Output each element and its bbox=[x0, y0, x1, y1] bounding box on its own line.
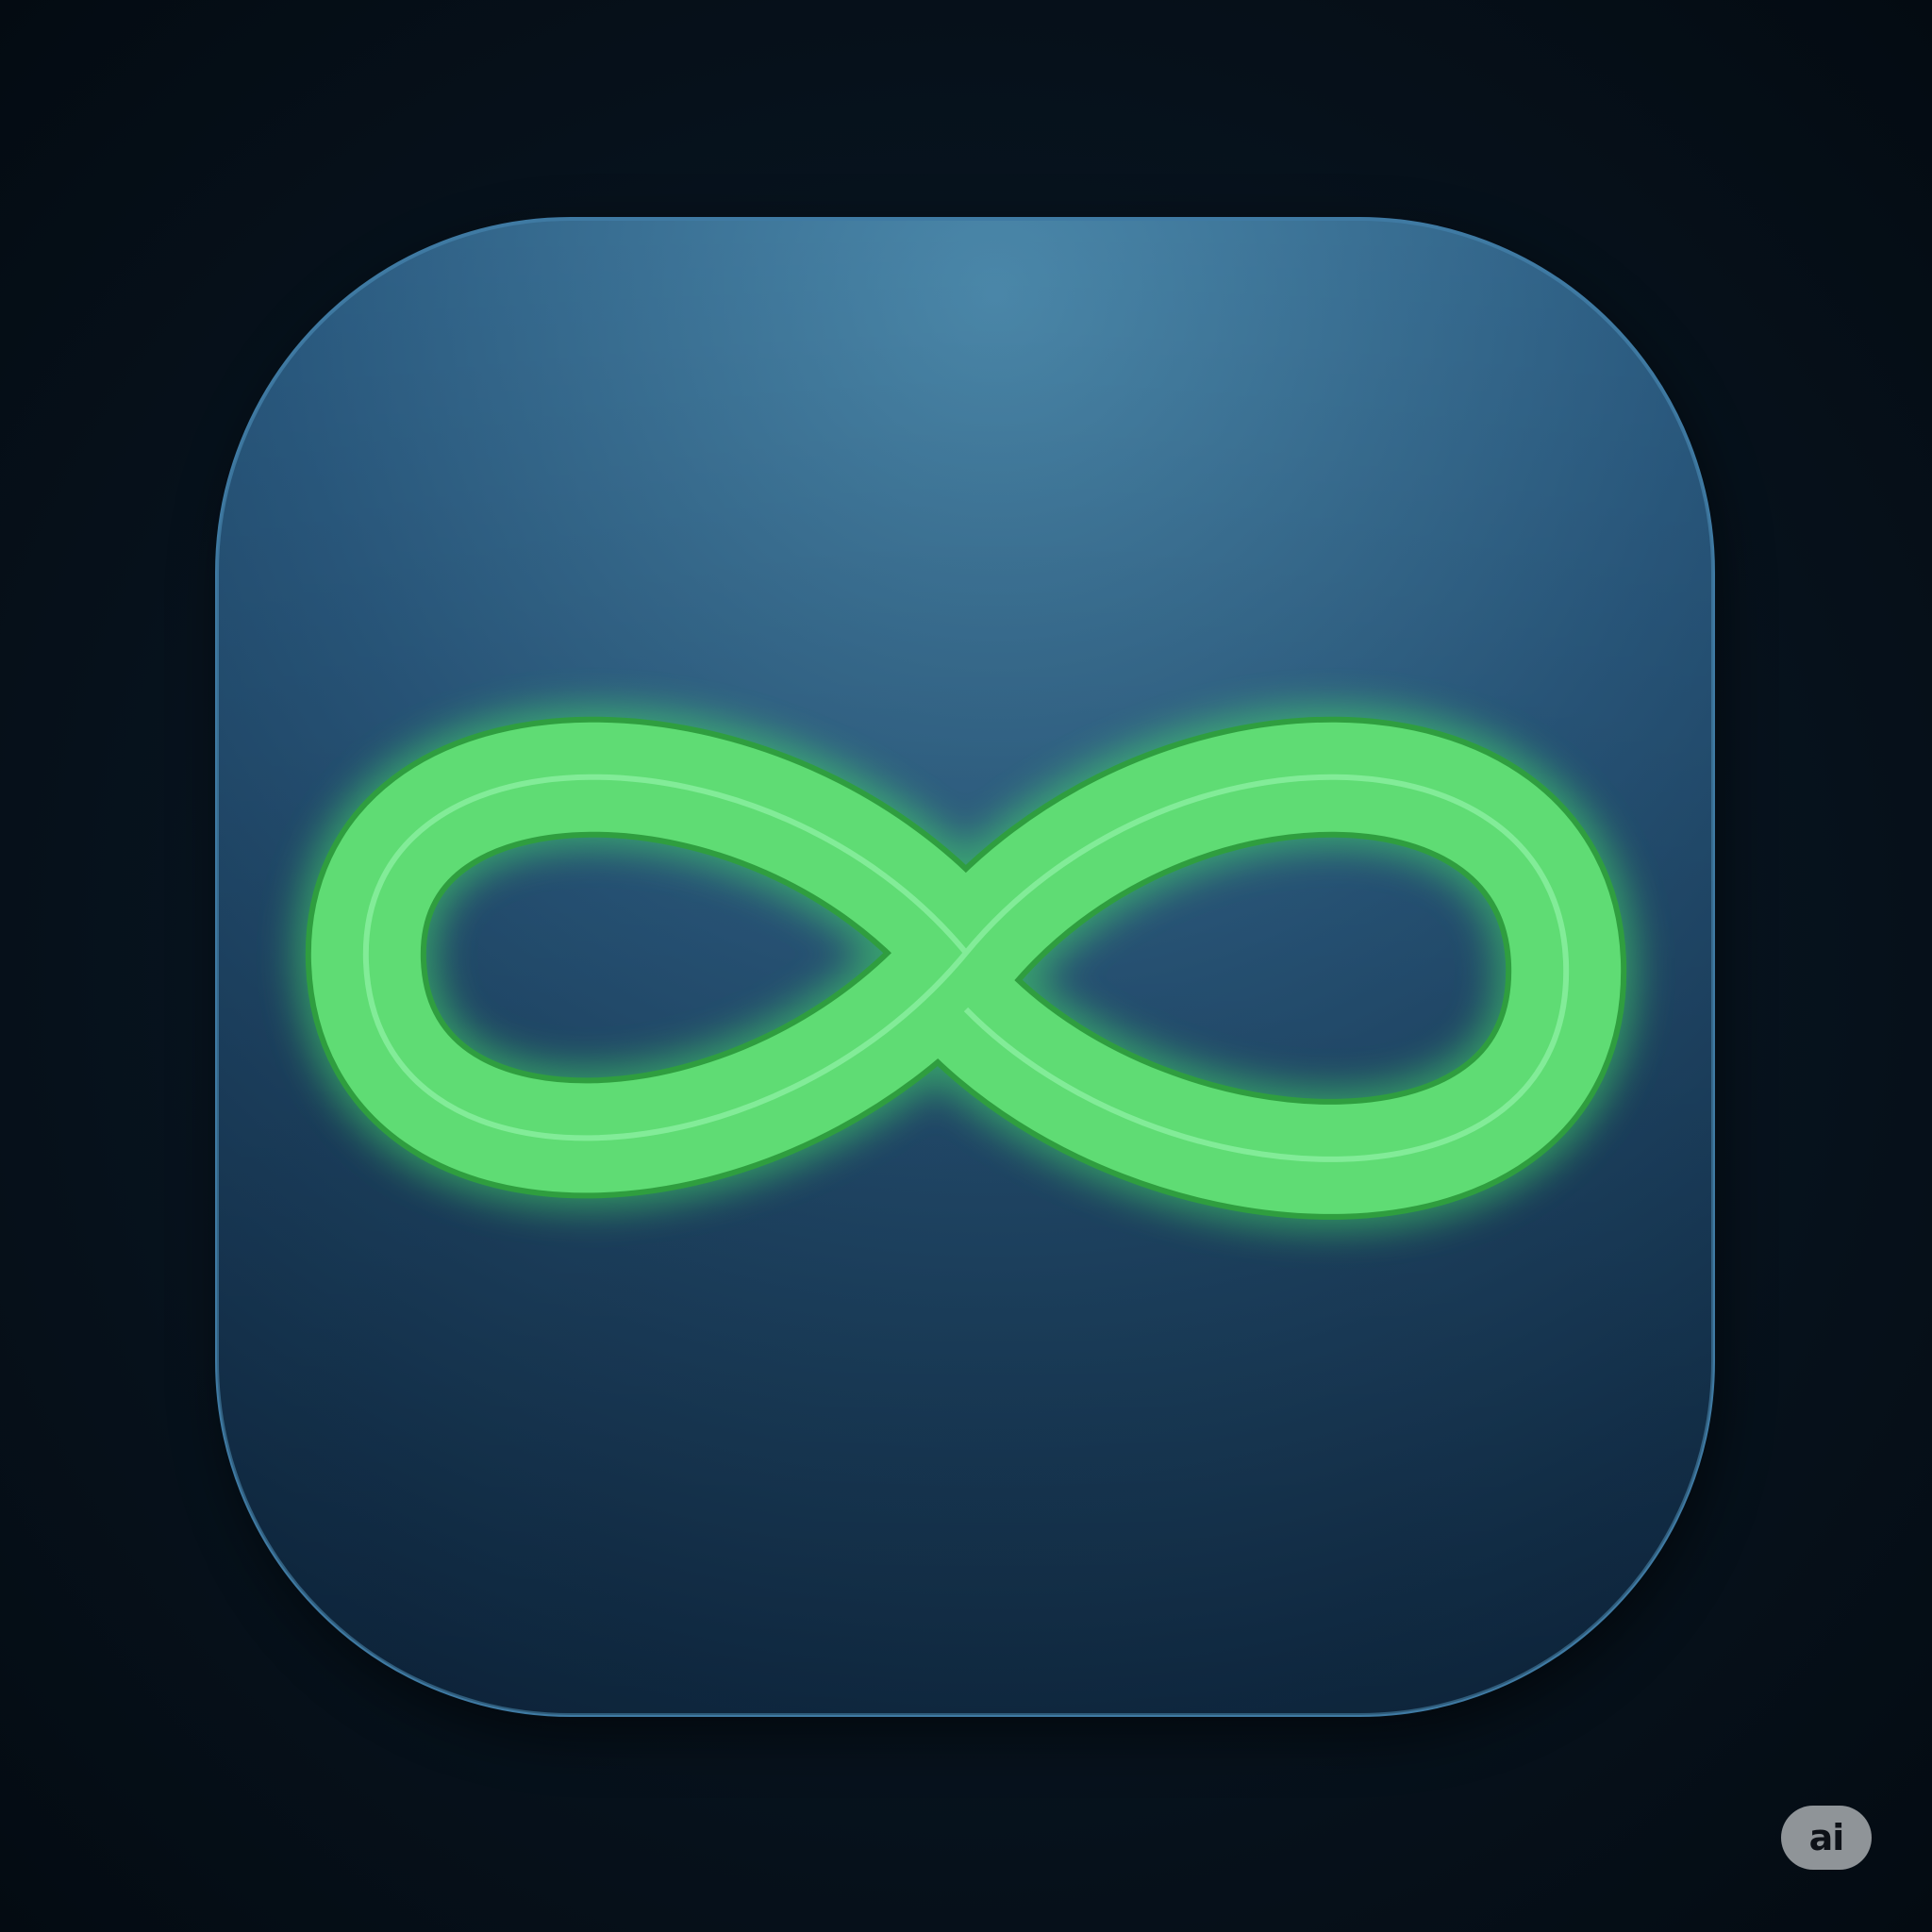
app-icon bbox=[215, 217, 1717, 1736]
app-icon-canvas: ai bbox=[0, 0, 1932, 1932]
ai-badge: ai bbox=[1781, 1806, 1872, 1870]
